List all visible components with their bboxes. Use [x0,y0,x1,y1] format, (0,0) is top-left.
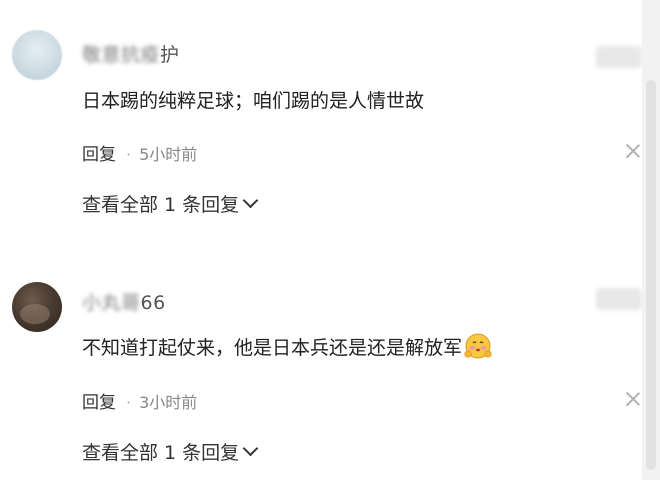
comment-text: 不知道打起仗来，他是日本兵还是还是解放军 [82,332,492,360]
username-obscured: 敬意抗疫 [82,44,161,66]
username-visible: 护 [160,44,180,66]
comment-text-body: 不知道打起仗来，他是日本兵还是还是解放军 [82,337,463,359]
comment-meta: 回复 · 3小时前 [82,388,197,413]
like-count[interactable] [596,288,642,310]
blushing-hands-emoji [464,333,492,359]
username-obscured: 小丸哥 [82,292,141,314]
separator: · [126,393,132,412]
timestamp: 5小时前 [139,145,198,164]
scrollbar-thumb[interactable] [646,80,656,470]
view-replies-label: 查看全部 1 条回复 [82,194,240,216]
avatar[interactable] [12,282,62,332]
close-icon[interactable] [626,144,640,158]
username[interactable]: 小丸哥66 [82,288,166,315]
comment-meta: 回复 · 5小时前 [82,140,197,165]
view-replies-link[interactable]: 查看全部 1 条回复 [82,438,259,465]
view-replies-label: 查看全部 1 条回复 [82,442,240,464]
close-icon[interactable] [626,392,640,406]
timestamp: 3小时前 [139,393,198,412]
separator: · [126,145,132,164]
reply-button[interactable]: 回复 [82,145,116,165]
comment-2: 小丸哥66 不知道打起仗来，他是日本兵还是还是解放军 回复 · 3小时前 查看全部 … [0,270,642,480]
like-count[interactable] [596,46,642,68]
view-replies-link[interactable]: 查看全部 1 条回复 [82,190,259,217]
avatar[interactable] [12,30,62,80]
username[interactable]: 敬意抗疫护 [82,40,180,67]
chevron-down-icon [242,192,259,209]
comment-text: 日本踢的纯粹足球；咱们踢的是人情世故 [82,90,425,112]
comment-1: 敬意抗疫护 日本踢的纯粹足球；咱们踢的是人情世故 回复 · 5小时前 查看全部 1 … [0,0,642,240]
username-visible: 66 [140,292,166,314]
reply-button[interactable]: 回复 [82,393,116,413]
chevron-down-icon [242,440,259,457]
scrollbar[interactable] [642,0,660,480]
